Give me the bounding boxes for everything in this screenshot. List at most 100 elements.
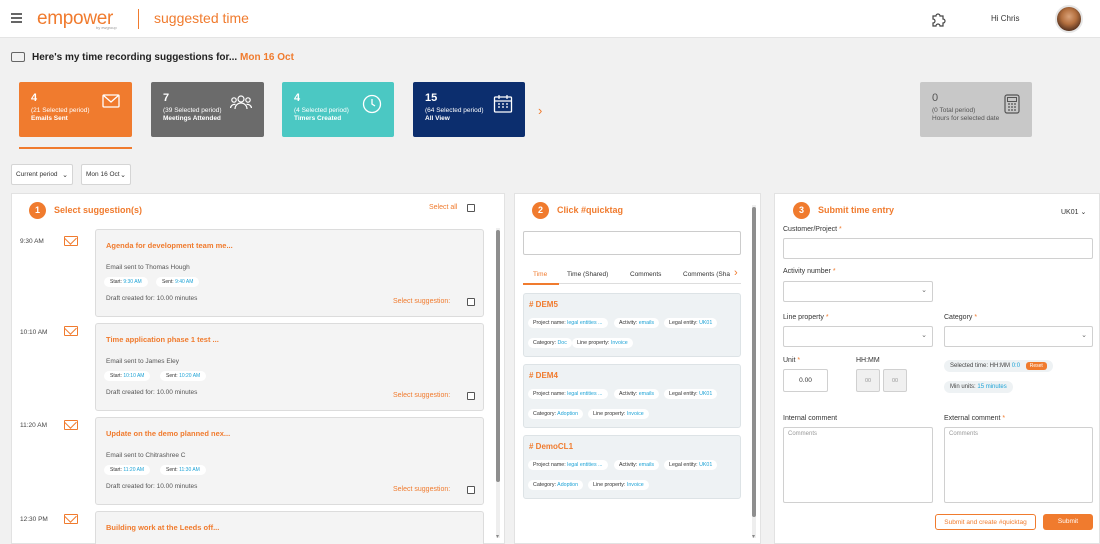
submit-and-create-quicktag-button[interactable]: Submit and create #quicktag [935, 514, 1036, 530]
scroll-down-icon[interactable]: ▾ [496, 533, 499, 540]
suggestion-recipient: Email sent to Chitrashree C [106, 452, 186, 459]
card-label: Timers Created [294, 115, 342, 122]
legal-entity-select[interactable]: UK01 ⌄ [1061, 208, 1086, 216]
tab-comments-shared[interactable]: Comments (Sha [683, 271, 733, 278]
card-emails-sent[interactable]: 4 (21 Selected period) Emails Sent [19, 82, 132, 137]
line-property-pill: Line property: Invoice [588, 480, 649, 490]
quicktag-name: # DEM5 [529, 300, 558, 309]
legal-entity-value: UK01 [1061, 209, 1079, 216]
project-pill: Project name: legal entities ... [528, 460, 608, 470]
minutes-input[interactable]: 00 [883, 369, 907, 392]
field-label: Internal comment [783, 415, 838, 422]
calculator-icon [1004, 94, 1020, 114]
panel-title: Click #quicktag [557, 205, 624, 215]
hours-input[interactable]: 00 [856, 369, 880, 392]
field-label: Category * [944, 314, 978, 321]
select-all-checkbox[interactable] [467, 204, 475, 212]
chevron-right-icon[interactable]: › [538, 103, 542, 118]
quicktag-card[interactable]: # DEM5 Project name: legal entities ... … [523, 293, 741, 357]
card-meetings-attended[interactable]: 7 (39 Selected period) Meetings Attended [151, 82, 264, 137]
envelope-icon [102, 94, 120, 108]
quicktag-card[interactable]: # DemoCL1 Project name: legal entities .… [523, 435, 741, 499]
scrollbar-thumb[interactable] [496, 230, 500, 482]
suggestion-title: Update on the demo planned nex... [106, 429, 231, 438]
period-select[interactable]: Current period ⌄ [11, 164, 73, 185]
suggestion-recipient: Email sent to Thomas Hough [106, 264, 190, 271]
suggestion-recipient: Email sent to James Eley [106, 358, 179, 365]
start-pill: Start: 10:10 AM [104, 371, 151, 381]
card-label: Meetings Attended [163, 115, 221, 122]
select-suggestion-checkbox[interactable] [467, 486, 475, 494]
category-select[interactable]: ⌄ [944, 326, 1093, 347]
field-label: Unit * [783, 357, 801, 364]
activity-pill: Activity: emails [614, 460, 660, 470]
entity-pill: Legal entity: UK01 [664, 389, 718, 399]
active-tab-indicator [523, 283, 559, 285]
reset-button[interactable]: Reset [1025, 362, 1047, 370]
active-card-indicator [19, 147, 132, 149]
card-timers-created[interactable]: 4 (4 Selected period) Timers Created [282, 82, 394, 137]
chevron-down-icon: ⌄ [921, 332, 927, 339]
tab-time[interactable]: Time [533, 271, 547, 278]
customer-project-input[interactable] [783, 238, 1093, 259]
tab-divider [559, 283, 741, 284]
card-label: Emails Sent [31, 115, 68, 122]
tabs-scroll-right-icon[interactable]: › [734, 267, 738, 279]
category-pill: Category: Adoption [528, 409, 584, 419]
quicktag-card[interactable]: # DEM4 Project name: legal entities ... … [523, 364, 741, 428]
puzzle-icon[interactable] [930, 10, 948, 28]
entity-pill: Legal entity: UK01 [664, 318, 718, 328]
chevron-down-icon: ⌄ [921, 287, 927, 294]
step-badge: 3 [793, 202, 810, 219]
sent-pill: Sent: 9:40 AM [156, 277, 200, 287]
suggestion-time: 12:30 PM [20, 516, 48, 523]
suggestions-icon [11, 52, 25, 62]
select-suggestion-checkbox[interactable] [467, 298, 475, 306]
select-suggestion-label: Select suggestion: [393, 298, 451, 305]
hamburger-menu-icon[interactable] [11, 13, 22, 25]
panel-title: Select suggestion(s) [54, 205, 143, 215]
people-icon [230, 95, 252, 110]
min-units-chip: Min units: 15 minutes [944, 381, 1013, 393]
date-select-value: Mon 16 Oct [86, 171, 120, 178]
draft-duration: Draft created for: 10.00 minutes [106, 389, 198, 396]
internal-comment-textarea[interactable]: Comments [783, 427, 933, 503]
tab-comments[interactable]: Comments [630, 271, 661, 278]
user-greeting: Hi Chris [991, 14, 1020, 23]
suggestion-title: Agenda for development team me... [106, 241, 233, 250]
submit-button[interactable]: Submit [1043, 514, 1093, 530]
envelope-icon [64, 326, 78, 336]
chevron-down-icon: ⌄ [62, 172, 68, 179]
suggestion-title: Time application phase 1 test ... [106, 335, 219, 344]
date-select[interactable]: Mon 16 Oct ⌄ [81, 164, 131, 185]
scroll-down-icon[interactable]: ▾ [752, 533, 755, 540]
field-label: Line property * [783, 314, 829, 321]
suggestion-card[interactable]: Building work at the Leeds off... [95, 511, 484, 544]
envelope-icon [64, 420, 78, 430]
unit-input[interactable]: 0.00 [783, 369, 828, 392]
quicktag-search-input[interactable] [523, 231, 741, 255]
external-comment-textarea[interactable]: Comments [944, 427, 1093, 503]
card-label: All View [425, 115, 450, 122]
suggestion-card[interactable]: Agenda for development team me... Email … [95, 229, 484, 317]
sent-pill: Sent: 10:20 AM [160, 371, 207, 381]
avatar[interactable] [1055, 5, 1083, 33]
line-property-select[interactable]: ⌄ [783, 326, 933, 347]
line-property-pill: Line property: Invoice [572, 338, 633, 348]
calendar-icon [493, 95, 513, 113]
suggestion-card[interactable]: Time application phase 1 test ... Email … [95, 323, 484, 411]
line-property-pill: Line property: Invoice [588, 409, 649, 419]
chevron-down-icon: ⌄ [1080, 209, 1087, 216]
scrollbar-thumb[interactable] [752, 207, 756, 517]
quicktag-name: # DEM4 [529, 371, 558, 380]
card-all-view[interactable]: 15 (64 Selected period) All View [413, 82, 525, 137]
draft-duration: Draft created for: 10.00 minutes [106, 483, 198, 490]
select-suggestion-checkbox[interactable] [467, 392, 475, 400]
chevron-down-icon: ⌄ [120, 172, 126, 179]
step-badge: 2 [532, 202, 549, 219]
suggestion-card[interactable]: Update on the demo planned nex... Email … [95, 417, 484, 505]
activity-number-select[interactable]: ⌄ [783, 281, 933, 302]
select-suggestion-label: Select suggestion: [393, 486, 451, 493]
step-badge: 1 [29, 202, 46, 219]
tab-time-shared[interactable]: Time (Shared) [567, 271, 608, 278]
